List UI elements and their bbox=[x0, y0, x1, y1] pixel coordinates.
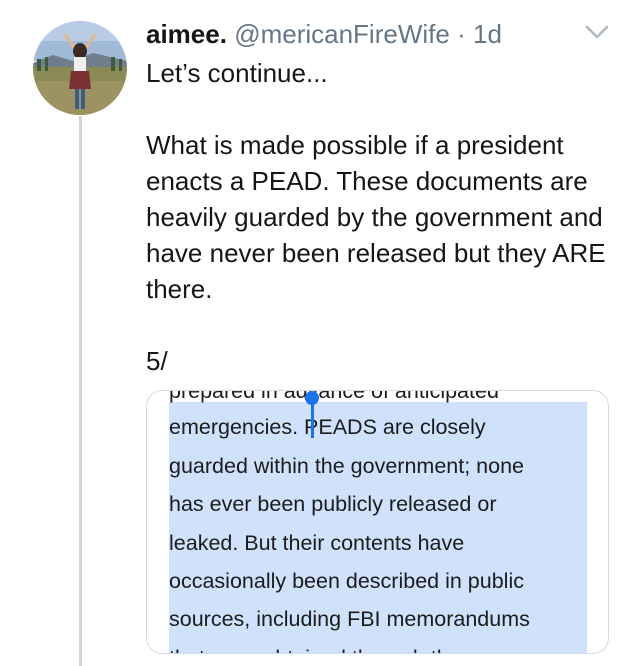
tweet-header: aimee. @mericanFireWife · 1d bbox=[146, 19, 502, 49]
chevron-down-icon[interactable] bbox=[584, 22, 610, 42]
media-image[interactable]: prepared in advance of anticipated emerg… bbox=[146, 390, 609, 654]
avatar[interactable] bbox=[33, 21, 127, 115]
document-line: that were obtained through the bbox=[169, 646, 461, 653]
thread-line bbox=[79, 116, 82, 666]
document-line: emergencies. PEADS are closely bbox=[169, 415, 486, 439]
avatar-image bbox=[33, 21, 127, 115]
document-line: guarded within the government; none bbox=[169, 454, 524, 478]
document-line: prepared in advance of anticipated bbox=[169, 390, 499, 403]
tweet-paragraph: Let’s continue... bbox=[146, 58, 328, 88]
timestamp[interactable]: 1d bbox=[473, 19, 502, 49]
tweet-paragraph: 5/ bbox=[146, 346, 168, 376]
separator: · bbox=[457, 19, 466, 49]
document-line: leaked. But their contents have bbox=[169, 531, 465, 555]
document-line: sources, including FBI memorandums bbox=[169, 607, 530, 631]
selection-handle-icon[interactable] bbox=[305, 391, 319, 405]
document-line: has ever been publicly released or bbox=[169, 492, 497, 516]
tweet-text: Let’s continue... What is made possible … bbox=[146, 55, 616, 379]
display-name[interactable]: aimee. bbox=[146, 19, 227, 49]
tweet-paragraph: What is made possible if a president ena… bbox=[146, 130, 606, 304]
document-line: occasionally been described in public bbox=[169, 569, 524, 593]
handle[interactable]: @mericanFireWife bbox=[234, 19, 450, 49]
